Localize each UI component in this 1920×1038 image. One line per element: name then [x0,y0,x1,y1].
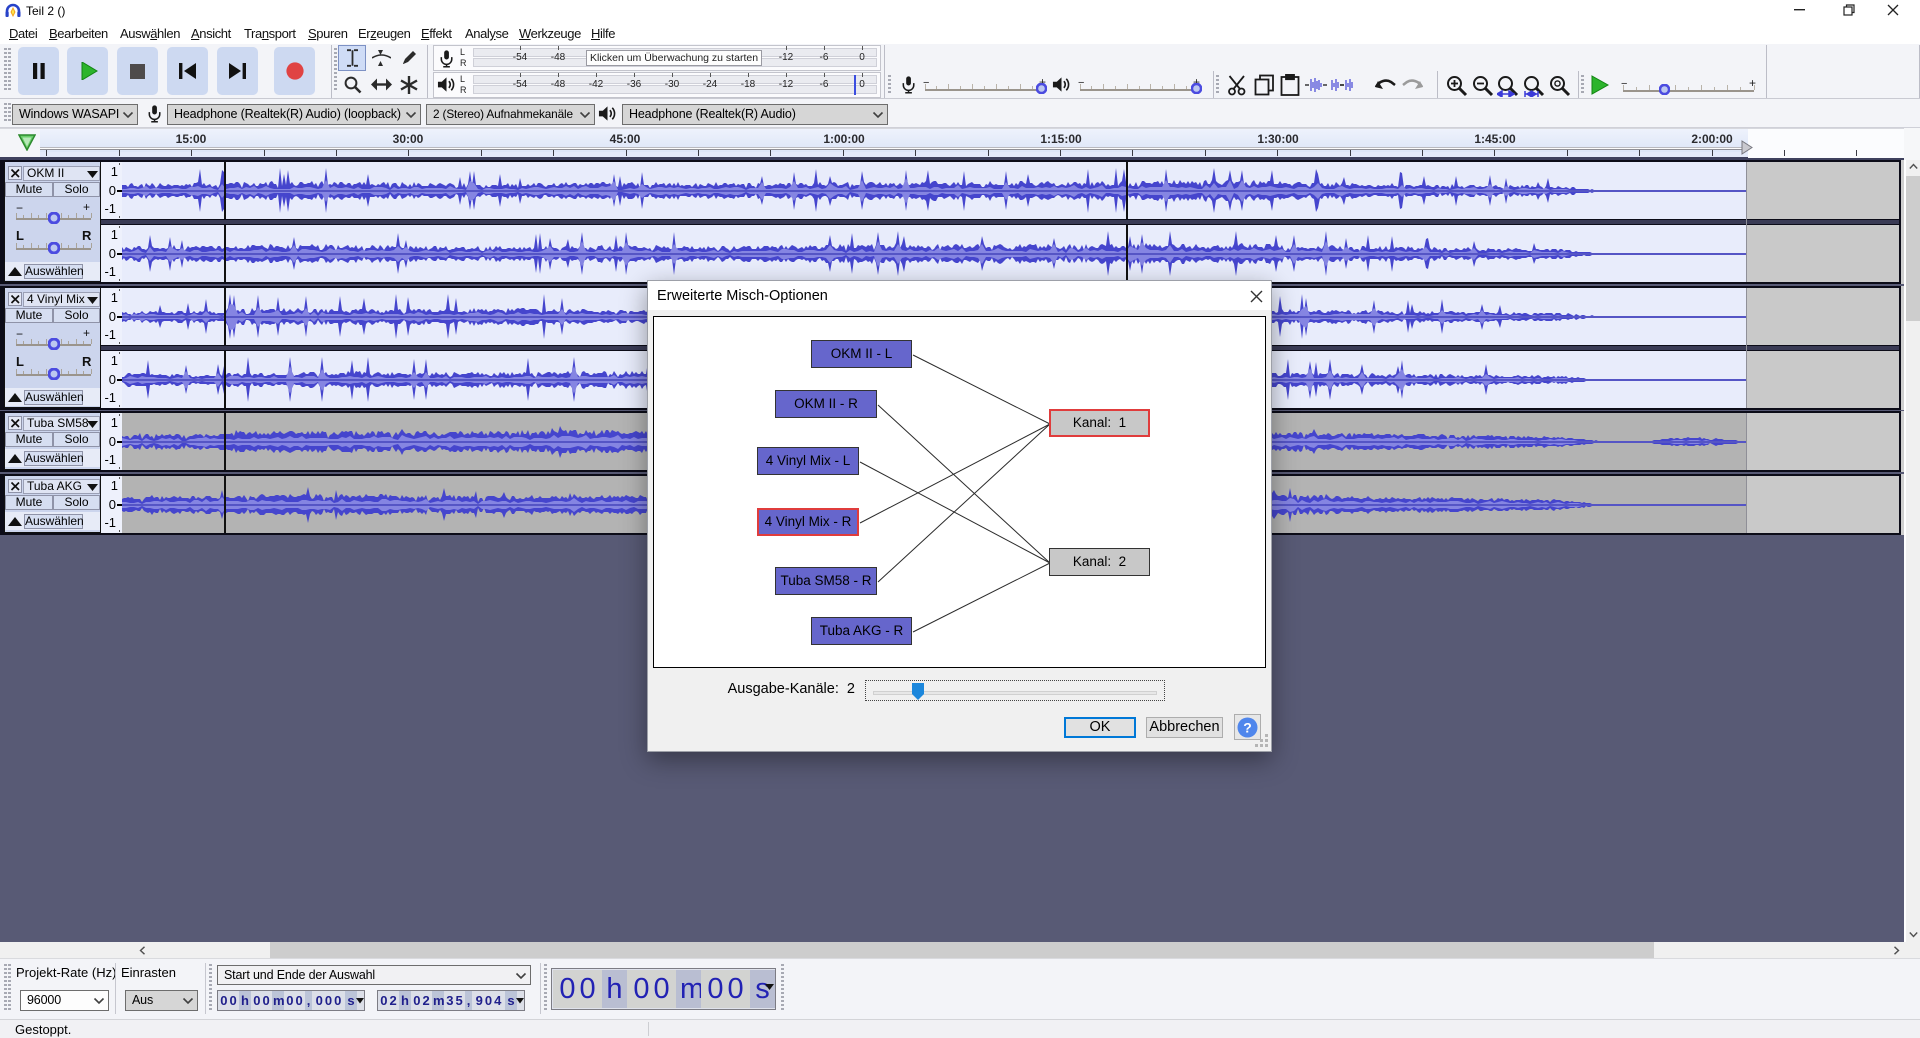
svg-text:?: ? [1243,720,1252,736]
